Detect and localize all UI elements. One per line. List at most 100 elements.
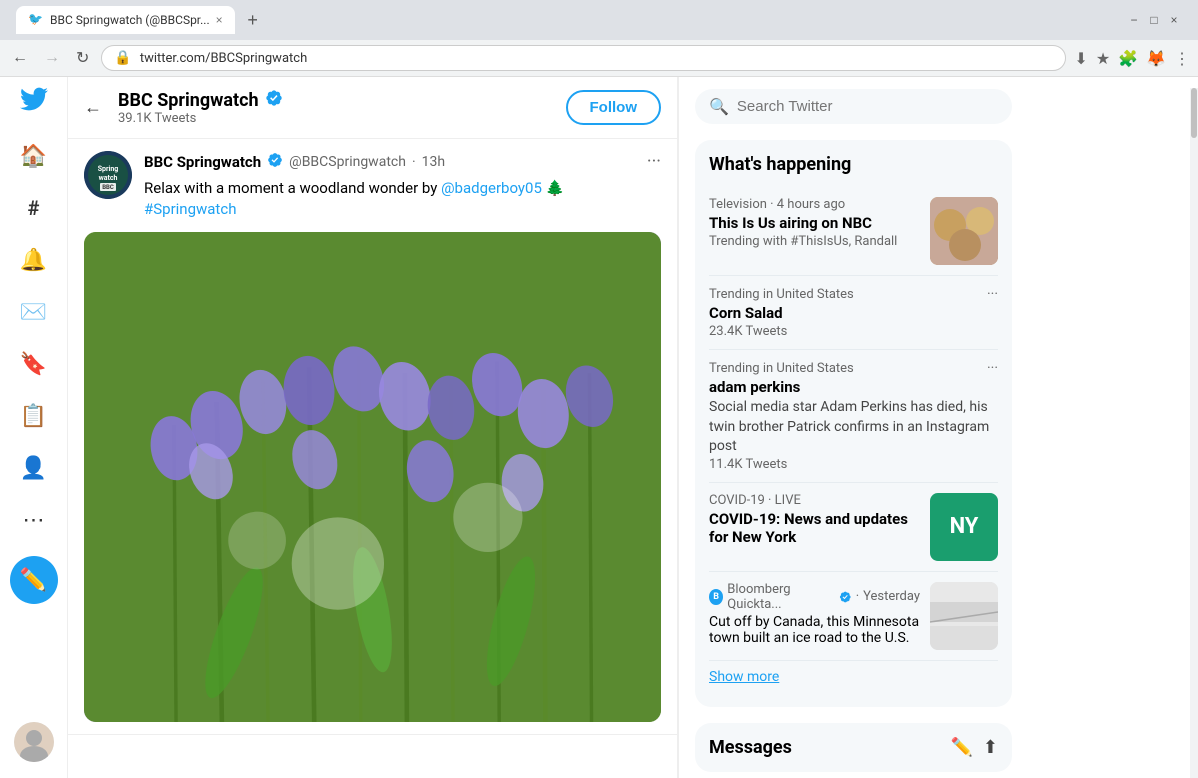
sidebar-item-notifications[interactable]: 🔔	[10, 236, 58, 284]
back-button[interactable]: ←	[8, 45, 32, 71]
tweet-verified	[267, 152, 283, 172]
profile-name-text: BBC Springwatch	[118, 90, 259, 111]
tweet-mention-link[interactable]: @badgerboy05	[441, 179, 542, 197]
right-sidebar: 🔍 What's happening Television · 4 hours …	[678, 77, 1028, 778]
trend-adam-count: 11.4K Tweets	[709, 457, 998, 472]
collapse-messages-icon[interactable]: ⬆	[983, 737, 998, 758]
trend-tv-trending: Trending with #ThisIsUs, Randall	[709, 234, 920, 249]
trend-tv-category: Television · 4 hours ago	[709, 197, 845, 212]
trend-item-covid[interactable]: COVID-19 · LIVE COVID-19: News and updat…	[709, 483, 998, 572]
sidebar-item-home[interactable]: 🏠	[10, 132, 58, 180]
sidebar-item-bookmarks[interactable]: 🔖	[10, 340, 58, 388]
trend-corn-more[interactable]: ···	[987, 286, 998, 302]
trend-covid-meta: COVID-19 · LIVE	[709, 493, 920, 508]
bloomberg-meta: B Bloomberg Quickta... · Yesterday	[709, 582, 920, 612]
trend-adam-meta: Trending in United States ···	[709, 360, 998, 376]
svg-text:Spring: Spring	[98, 165, 119, 173]
tweet-more-button[interactable]: ···	[647, 151, 661, 172]
tweet-hashtag-link[interactable]: #Springwatch	[144, 200, 236, 218]
back-button[interactable]: ←	[84, 97, 102, 118]
bloomberg-avatar: B	[709, 589, 723, 605]
profile-icon[interactable]: 🦊	[1146, 49, 1166, 68]
trend-item-bloomberg[interactable]: B Bloomberg Quickta... · Yesterday Cut o…	[709, 572, 998, 661]
trend-tv-topic: This Is Us airing on NBC	[709, 214, 920, 232]
bloomberg-text: Cut off by Canada, this Minnesota town b…	[709, 614, 920, 646]
sidebar-item-messages[interactable]: ✉️	[10, 288, 58, 336]
profile-name: BBC Springwatch	[118, 89, 550, 111]
tweet-separator: ·	[412, 154, 416, 170]
new-tab-button[interactable]: +	[239, 6, 267, 34]
tweet-text: Relax with a moment a woodland wonder by	[144, 179, 437, 197]
svg-text:watch: watch	[99, 174, 118, 182]
tab-bar: 🐦 BBC Springwatch (@BBCSpr... × + − □ ×	[8, 6, 1190, 34]
maximize-button[interactable]: □	[1146, 12, 1162, 28]
url-bar[interactable]: 🔒 twitter.com/BBCSpringwatch	[101, 45, 1066, 71]
trend-corn-count: 23.4K Tweets	[709, 324, 998, 339]
refresh-button[interactable]: ↻	[72, 44, 93, 72]
svg-text:BBC: BBC	[102, 184, 114, 191]
tweet-header: Spring watch BBC BBC Springwatch @BBCSpr…	[84, 151, 661, 220]
forward-button[interactable]: →	[40, 45, 64, 71]
compose-icon: ✏️	[20, 568, 47, 593]
trend-adam-more[interactable]: ···	[987, 360, 998, 376]
trend-item-corn[interactable]: Trending in United States ··· Corn Salad…	[709, 276, 998, 350]
main-content: ← BBC Springwatch 39.1K Tweets Follow	[68, 77, 678, 778]
show-more-link[interactable]: Show more	[709, 661, 998, 693]
trend-tv-content: Television · 4 hours ago This Is Us airi…	[709, 197, 998, 265]
trend-corn-meta: Trending in United States ···	[709, 286, 998, 302]
minimize-button[interactable]: −	[1126, 12, 1142, 28]
window-controls: − □ ×	[1126, 12, 1182, 28]
messages-icons: ✏️ ⬆	[950, 737, 998, 758]
profile-stats: 39.1K Tweets	[118, 111, 550, 126]
tweet-container: Spring watch BBC BBC Springwatch @BBCSpr…	[68, 139, 677, 735]
messages-header: Messages ✏️ ⬆	[709, 737, 998, 758]
trend-tv-meta: Television · 4 hours ago	[709, 197, 920, 212]
user-avatar[interactable]	[14, 722, 54, 762]
compose-button[interactable]: ✏️	[10, 556, 58, 604]
address-bar: ← → ↻ 🔒 twitter.com/BBCSpringwatch ⬇ ★ 🧩…	[0, 40, 1198, 76]
search-input[interactable]	[737, 98, 998, 115]
messages-card: Messages ✏️ ⬆	[695, 723, 1012, 772]
bloomberg-author: Bloomberg Quickta...	[727, 582, 835, 612]
left-sidebar: 🏠 # 🔔 ✉️ 🔖 📋 👤 ⋯ ✏️	[0, 77, 68, 778]
trend-corn-category: Trending in United States	[709, 287, 854, 302]
bloomberg-content: B Bloomberg Quickta... · Yesterday Cut o…	[709, 582, 998, 650]
tab-close-button[interactable]: ×	[216, 13, 223, 27]
bloomberg-time: Yesterday	[863, 589, 920, 604]
browser-chrome: 🐦 BBC Springwatch (@BBCSpr... × + − □ × …	[0, 0, 1198, 77]
trend-covid-content: COVID-19 · LIVE COVID-19: News and updat…	[709, 493, 998, 561]
trend-covid-category: COVID-19 · LIVE	[709, 493, 801, 508]
search-icon: 🔍	[709, 97, 729, 116]
tweet-meta: BBC Springwatch @BBCSpringwatch · 13h ··…	[144, 151, 661, 220]
trending-title: What's happening	[709, 154, 998, 175]
bloomberg-image	[930, 582, 998, 650]
bloomberg-dot: ·	[856, 589, 859, 604]
sidebar-item-explore[interactable]: #	[10, 184, 58, 232]
tweet-avatar[interactable]: Spring watch BBC	[84, 151, 132, 199]
twitter-logo[interactable]	[20, 85, 48, 120]
follow-button[interactable]: Follow	[566, 90, 662, 125]
active-tab[interactable]: 🐦 BBC Springwatch (@BBCSpr... ×	[16, 6, 235, 34]
compose-message-icon[interactable]: ✏️	[950, 737, 972, 758]
trend-item-adam[interactable]: Trending in United States ··· adam perki…	[709, 350, 998, 483]
sidebar-item-lists[interactable]: 📋	[10, 392, 58, 440]
tweet-handle: @BBCSpringwatch	[289, 154, 406, 170]
tweet-image[interactable]: Spring watch BBC	[84, 232, 661, 722]
download-icon[interactable]: ⬇	[1074, 49, 1087, 68]
tweet-author-name: BBC Springwatch	[144, 153, 261, 171]
trend-item-tv[interactable]: Television · 4 hours ago This Is Us airi…	[709, 187, 998, 276]
sidebar-item-more[interactable]: ⋯	[10, 496, 58, 544]
bookmark-star-icon[interactable]: ★	[1096, 49, 1110, 68]
close-button[interactable]: ×	[1166, 12, 1182, 28]
tab-favicon: 🐦	[28, 12, 44, 28]
tab-title: BBC Springwatch (@BBCSpr...	[50, 13, 210, 27]
tweet-image-placeholder: Spring watch BBC	[84, 232, 661, 722]
extensions-icon[interactable]: 🧩	[1118, 49, 1138, 68]
tweet-author-line: BBC Springwatch @BBCSpringwatch · 13h ··…	[144, 151, 661, 172]
search-box[interactable]: 🔍	[695, 89, 1012, 124]
sidebar-item-profile[interactable]: 👤	[10, 444, 58, 492]
verified-badge	[265, 89, 283, 111]
trending-card: What's happening Television · 4 hours ag…	[695, 140, 1012, 707]
menu-icon[interactable]: ⋮	[1174, 49, 1190, 68]
trend-covid-image: NY	[930, 493, 998, 561]
